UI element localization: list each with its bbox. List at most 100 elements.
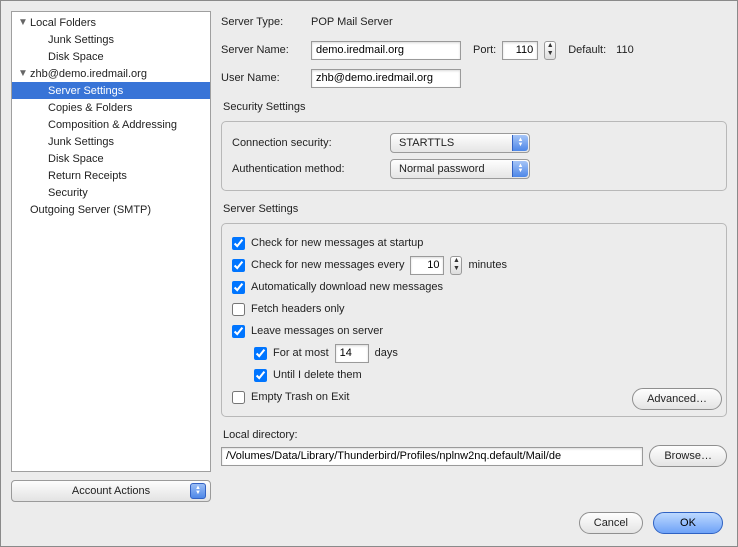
security-settings-title: Security Settings [223,101,727,113]
account-tree[interactable]: ▼ Local Folders Junk Settings Disk Space… [11,11,211,472]
local-directory-input[interactable] [221,447,643,466]
check-every-stepper[interactable]: ▲▼ [450,256,462,275]
disclosure-triangle-icon[interactable]: ▼ [18,68,28,79]
server-type-label: Server Type: [221,16,305,28]
default-port-label: Default: [568,44,606,56]
server-name-row: Server Name: Port: ▲▼ Default: 110 [221,39,727,61]
cancel-button[interactable]: Cancel [579,512,643,534]
for-at-most-input[interactable] [335,344,369,363]
user-name-label: User Name: [221,72,305,84]
tree-label: Composition & Addressing [46,119,177,131]
server-settings-group: Check for new messages at startup Check … [221,223,727,417]
advanced-button-label: Advanced… [647,393,707,405]
empty-trash-label: Empty Trash on Exit [251,391,349,403]
updown-arrows-icon: ▲▼ [512,161,528,177]
tree-label: Server Settings [46,85,123,97]
tree-item-copies-folders[interactable]: Copies & Folders [12,99,210,116]
tree-item-security[interactable]: Security [12,184,210,201]
default-port-value: 110 [616,44,634,56]
tree-label: zhb@demo.iredmail.org [28,68,147,80]
minutes-label: minutes [468,259,507,271]
for-at-most-checkbox[interactable] [254,347,267,360]
server-name-label: Server Name: [221,44,305,56]
check-every-label: Check for new messages every [251,259,404,271]
tree-item-server-settings[interactable]: Server Settings [12,82,210,99]
tree-label: Security [46,187,88,199]
empty-trash-checkbox[interactable] [232,391,245,404]
days-label: days [375,347,398,359]
tree-item-disk-space[interactable]: Disk Space [12,48,210,65]
body: ▼ Local Folders Junk Settings Disk Space… [1,1,737,502]
connection-security-label: Connection security: [232,137,382,149]
server-type-value: POP Mail Server [311,16,393,28]
account-settings-dialog: ▼ Local Folders Junk Settings Disk Space… [0,0,738,547]
check-every-row: Check for new messages every ▲▼ minutes [232,254,716,276]
dialog-footer: Cancel OK [1,502,737,546]
user-name-row: User Name: [221,67,727,89]
server-name-input[interactable] [311,41,461,60]
tree-label: Copies & Folders [46,102,132,114]
security-settings-group: Connection security: STARTTLS ▲▼ Authent… [221,121,727,191]
ok-button-label: OK [680,517,696,529]
settings-panel: Server Type: POP Mail Server Server Name… [221,11,727,502]
ok-button[interactable]: OK [653,512,723,534]
local-directory-label: Local directory: [223,429,727,441]
check-startup-checkbox[interactable] [232,237,245,250]
server-type-row: Server Type: POP Mail Server [221,11,727,33]
tree-item-disk-space-2[interactable]: Disk Space [12,150,210,167]
check-startup-row: Check for new messages at startup [232,232,716,254]
auto-download-label: Automatically download new messages [251,281,443,293]
updown-arrows-icon: ▲▼ [512,135,528,151]
port-label: Port: [473,44,496,56]
disclosure-triangle-icon[interactable]: ▼ [18,17,28,28]
tree-label: Return Receipts [46,170,127,182]
server-settings-title: Server Settings [223,203,727,215]
tree-item-composition-addressing[interactable]: Composition & Addressing [12,116,210,133]
port-input[interactable] [502,41,538,60]
for-at-most-label: For at most [273,347,329,359]
auth-method-value: Normal password [399,163,485,175]
connection-security-value: STARTTLS [399,137,454,149]
tree-item-junk-settings-2[interactable]: Junk Settings [12,133,210,150]
browse-button[interactable]: Browse… [649,445,727,467]
for-at-most-row: For at most days [232,342,716,364]
tree-label: Outgoing Server (SMTP) [28,204,151,216]
auto-download-row: Automatically download new messages [232,276,716,298]
browse-button-label: Browse… [664,450,712,462]
connection-security-row: Connection security: STARTTLS ▲▼ [232,130,716,156]
fetch-headers-label: Fetch headers only [251,303,345,315]
tree-item-outgoing-server[interactable]: Outgoing Server (SMTP) [12,201,210,218]
auth-method-label: Authentication method: [232,163,382,175]
local-directory-section: Local directory: Browse… [221,427,727,467]
tree-item-account[interactable]: ▼ zhb@demo.iredmail.org [12,65,210,82]
tree-item-junk-settings[interactable]: Junk Settings [12,31,210,48]
until-delete-row: Until I delete them [232,364,716,386]
tree-label: Junk Settings [46,34,114,46]
tree-label: Local Folders [28,17,96,29]
leave-on-server-label: Leave messages on server [251,325,383,337]
auto-download-checkbox[interactable] [232,281,245,294]
until-delete-checkbox[interactable] [254,369,267,382]
leave-on-server-checkbox[interactable] [232,325,245,338]
user-name-input[interactable] [311,69,461,88]
cancel-button-label: Cancel [594,517,628,529]
account-actions-dropdown[interactable]: Account Actions ▲▼ [11,480,211,502]
auth-method-select[interactable]: Normal password ▲▼ [390,159,530,179]
tree-item-return-receipts[interactable]: Return Receipts [12,167,210,184]
check-every-checkbox[interactable] [232,259,245,272]
check-every-input[interactable] [410,256,444,275]
connection-security-select[interactable]: STARTTLS ▲▼ [390,133,530,153]
leave-on-server-row: Leave messages on server [232,320,716,342]
port-stepper[interactable]: ▲▼ [544,41,556,60]
tree-label: Disk Space [46,51,104,63]
tree-label: Disk Space [46,153,104,165]
tree-item-local-folders[interactable]: ▼ Local Folders [12,14,210,31]
fetch-headers-checkbox[interactable] [232,303,245,316]
auth-method-row: Authentication method: Normal password ▲… [232,156,716,182]
advanced-button[interactable]: Advanced… [632,388,722,410]
sidebar-column: ▼ Local Folders Junk Settings Disk Space… [11,11,211,502]
until-delete-label: Until I delete them [273,369,362,381]
fetch-headers-row: Fetch headers only [232,298,716,320]
tree-label: Junk Settings [46,136,114,148]
account-actions-label: Account Actions [72,485,150,497]
